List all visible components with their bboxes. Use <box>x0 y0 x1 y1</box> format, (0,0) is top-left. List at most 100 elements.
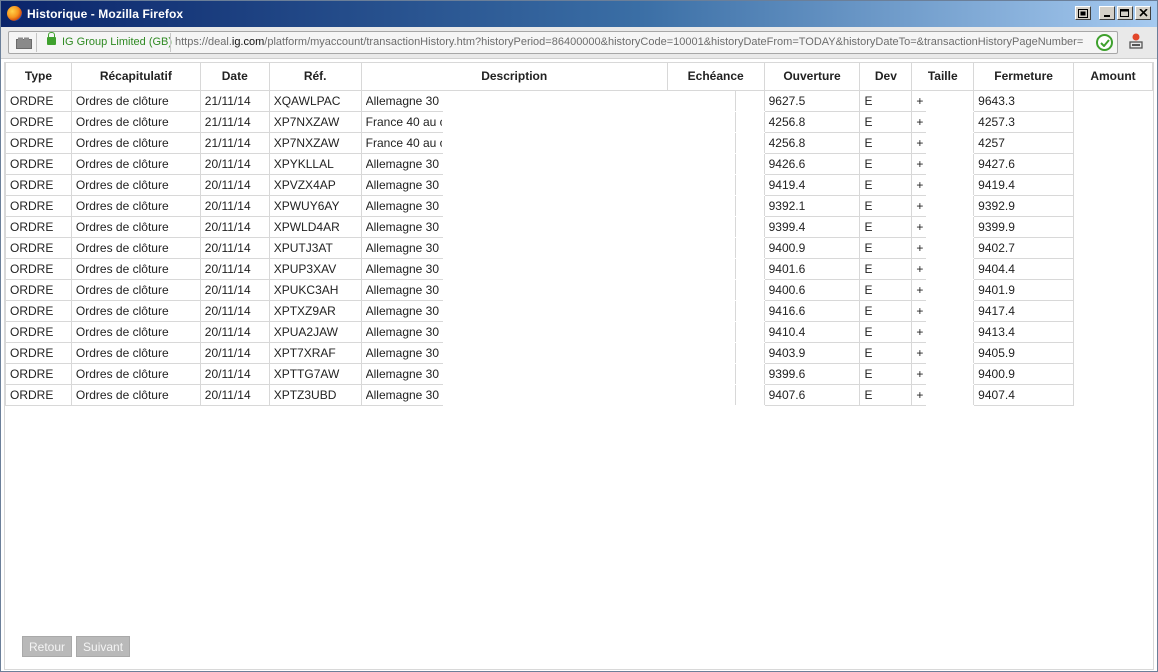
cell-description-gap <box>443 342 667 363</box>
cell-taille: + <box>911 383 926 406</box>
col-taille[interactable]: Taille <box>911 63 975 91</box>
minimize-icon <box>1103 15 1110 17</box>
cell-echeance-gap <box>734 363 765 384</box>
col-dev[interactable]: Dev <box>859 63 913 91</box>
cell-echeance <box>667 153 735 174</box>
cell-description-gap <box>443 258 667 279</box>
cell-echeance-gap <box>734 384 765 405</box>
navigation-bar: IG Group Limited (GB) https://deal.ig.co… <box>1 27 1157 59</box>
cell-description-gap <box>443 384 667 405</box>
cell-amount <box>1074 384 1153 405</box>
notification-icon[interactable] <box>1129 33 1143 49</box>
close-button[interactable] <box>1135 6 1151 20</box>
cell-taille-gap <box>926 216 974 237</box>
cell-type: ORDRE <box>5 131 72 154</box>
table-row[interactable]: ORDRE Ordres de clôture 20/11/14 XPUTJ3AT Al… <box>5 236 1153 259</box>
table-row[interactable]: ORDRE Ordres de clôture 20/11/14 XPUP3XAV Al… <box>5 257 1153 280</box>
cell-echeance-gap <box>734 342 765 363</box>
cell-taille: + <box>911 215 926 238</box>
tab-groups-icon[interactable] <box>11 33 37 52</box>
cell-echeance <box>667 132 735 153</box>
table-row[interactable]: ORDRE Ordres de clôture 21/11/14 XQAWLPAC Al… <box>5 89 1153 112</box>
cell-recap: Ordres de clôture <box>70 194 201 217</box>
cell-description-gap <box>443 300 667 321</box>
cell-date: 20/11/14 <box>199 383 270 406</box>
table-row[interactable]: ORDRE Ordres de clôture 20/11/14 XPUKC3AH Al… <box>5 278 1153 301</box>
cell-type: ORDRE <box>5 89 72 112</box>
table-row[interactable]: ORDRE Ordres de clôture 21/11/14 XP7NXZAW Fr… <box>5 131 1153 154</box>
cell-echeance <box>667 90 735 111</box>
description-text: Allemagne 30 <box>365 282 440 297</box>
window-title: Historique - Mozilla Firefox <box>27 7 184 21</box>
table-row[interactable]: ORDRE Ordres de clôture 20/11/14 XPYKLLAL Al… <box>5 152 1153 175</box>
cell-taille: + <box>911 110 926 133</box>
maximize-button[interactable] <box>1117 6 1133 20</box>
previous-button[interactable]: Retour <box>22 636 73 657</box>
col-ref[interactable]: Réf. <box>268 63 362 91</box>
cell-taille-gap <box>926 321 974 342</box>
table-row[interactable]: ORDRE Ordres de clôture 20/11/14 XPTTG7AW Al… <box>5 362 1153 385</box>
cell-taille-gap <box>926 342 974 363</box>
cell-taille-gap <box>926 279 974 300</box>
cell-date: 20/11/14 <box>199 194 270 217</box>
cell-ouverture: 9407.6 <box>763 383 861 406</box>
cell-type: ORDRE <box>5 362 72 385</box>
cell-date: 20/11/14 <box>199 278 270 301</box>
table-row[interactable]: ORDRE Ordres de clôture 20/11/14 XPUA2JAW Al… <box>5 320 1153 343</box>
col-fermeture[interactable]: Fermeture <box>973 63 1075 91</box>
cell-echeance <box>667 279 735 300</box>
cell-description: Allemagne 30 <box>360 173 444 196</box>
table-row[interactable]: ORDRE Ordres de clôture 21/11/14 XP7NXZAW Fr… <box>5 110 1153 133</box>
table-row[interactable]: ORDRE Ordres de clôture 20/11/14 XPTZ3UBD Al… <box>5 383 1153 406</box>
col-amount[interactable]: Amount <box>1073 63 1153 91</box>
col-ouverture[interactable]: Ouverture <box>763 63 861 91</box>
table-row[interactable]: ORDRE Ordres de clôture 20/11/14 XPT7XRAF Al… <box>5 341 1153 364</box>
cell-type: ORDRE <box>5 236 72 259</box>
address-bar[interactable]: IG Group Limited (GB) https://deal.ig.co… <box>8 31 1118 54</box>
cell-description-gap <box>443 90 667 111</box>
cell-fermeture: 9402.7 <box>973 236 1075 259</box>
cell-taille: + <box>911 152 926 175</box>
cell-type: ORDRE <box>5 320 72 343</box>
cell-amount <box>1074 153 1153 174</box>
cell-dev: E <box>859 110 913 133</box>
description-text: Allemagne 30 <box>365 387 440 402</box>
minimize-button[interactable] <box>1099 6 1115 20</box>
cell-amount <box>1074 174 1153 195</box>
cell-taille: + <box>911 320 926 343</box>
col-description[interactable]: Description <box>360 63 668 91</box>
cell-type: ORDRE <box>5 194 72 217</box>
table-row[interactable]: ORDRE Ordres de clôture 20/11/14 XPWUY6AY Al… <box>5 194 1153 217</box>
cell-ref: XP7NXZAW <box>268 110 362 133</box>
cell-echeance-gap <box>734 237 765 258</box>
next-button[interactable]: Suivant <box>76 636 131 657</box>
cell-echeance-gap <box>734 321 765 342</box>
col-type[interactable]: Type <box>5 63 72 91</box>
restore-icon-button[interactable] <box>1075 6 1091 20</box>
col-date[interactable]: Date <box>199 63 270 91</box>
cell-description-gap <box>443 279 667 300</box>
cell-amount <box>1074 300 1153 321</box>
cell-taille: + <box>911 257 926 280</box>
site-identity[interactable]: IG Group Limited (GB) <box>62 36 172 48</box>
table-row[interactable]: ORDRE Ordres de clôture 20/11/14 XPWLD4AR Al… <box>5 215 1153 238</box>
cell-ouverture: 9399.4 <box>763 215 861 238</box>
cell-fermeture: 9419.4 <box>973 173 1075 196</box>
cell-echeance-gap <box>734 300 765 321</box>
cell-echeance-gap <box>734 132 765 153</box>
col-recap[interactable]: Récapitulatif <box>70 63 201 91</box>
app-restore-icon <box>1078 8 1088 18</box>
cell-taille-gap <box>926 111 974 132</box>
cell-description-gap <box>443 153 667 174</box>
col-echeance[interactable]: Echéance <box>666 63 765 91</box>
description-text: Allemagne 30 <box>365 219 440 234</box>
cell-taille-gap <box>926 132 974 153</box>
table-row[interactable]: ORDRE Ordres de clôture 20/11/14 XPVZX4AP Al… <box>5 173 1153 196</box>
cell-echeance-gap <box>734 153 765 174</box>
url-text[interactable]: https://deal.ig.com/platform/myaccount/t… <box>175 36 1085 48</box>
table-row[interactable]: ORDRE Ordres de clôture 20/11/14 XPTXZ9AR Al… <box>5 299 1153 322</box>
checkmark-icon[interactable] <box>1096 34 1113 51</box>
cell-recap: Ordres de clôture <box>70 131 201 154</box>
cell-type: ORDRE <box>5 341 72 364</box>
cell-ref: XPUTJ3AT <box>268 236 362 259</box>
